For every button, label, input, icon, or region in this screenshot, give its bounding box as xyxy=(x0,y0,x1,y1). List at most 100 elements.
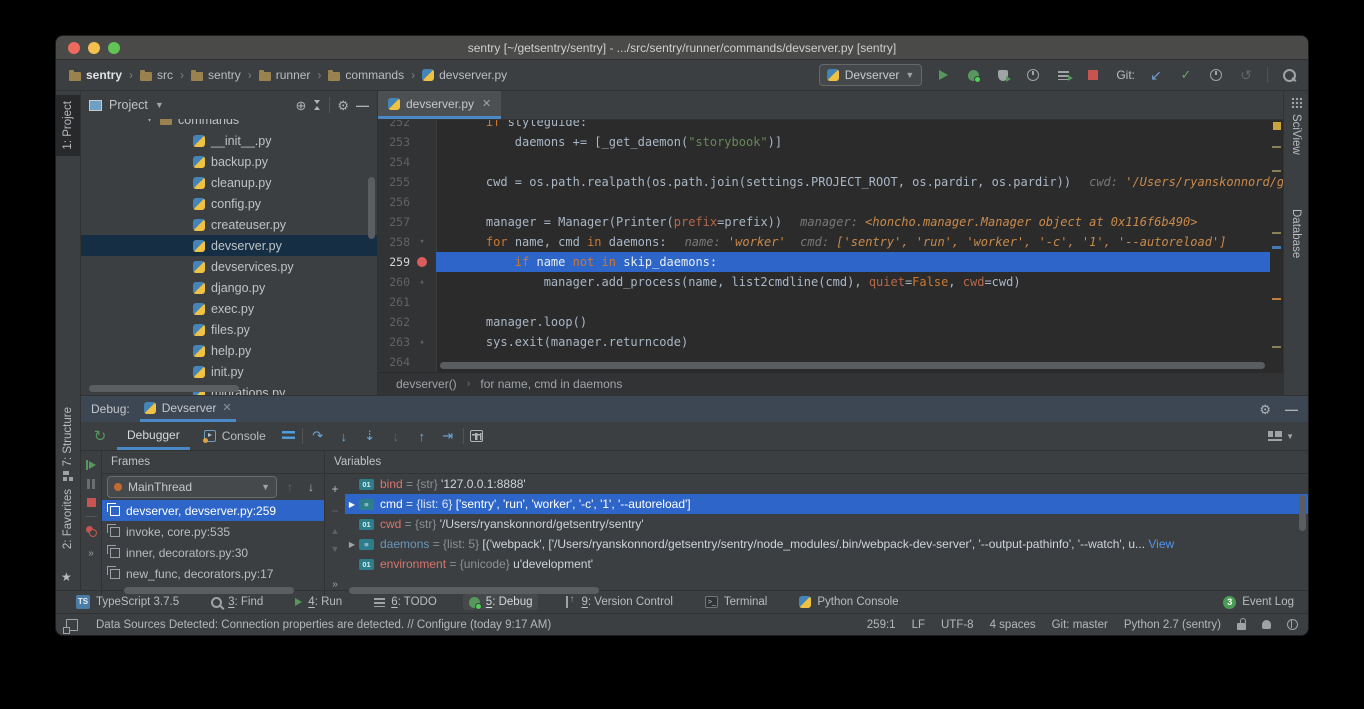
restore-layout-icon[interactable] xyxy=(1268,431,1282,441)
variable-row-cwd[interactable]: 01cwd = {str} '/Users/ryanskonnord/getse… xyxy=(345,514,1308,534)
search-everywhere-button[interactable] xyxy=(1280,66,1298,84)
rerun-button[interactable]: ↻ xyxy=(87,427,113,445)
layout-menu-button[interactable] xyxy=(280,427,298,445)
profile-button[interactable] xyxy=(1024,66,1042,84)
git-commit-button[interactable]: ✓ xyxy=(1177,66,1195,84)
tool-button-database[interactable]: Database xyxy=(1284,209,1308,258)
status-message[interactable]: Data Sources Detected: Connection proper… xyxy=(96,619,551,631)
status-4-spaces[interactable]: 4 spaces xyxy=(990,619,1036,631)
stripe-mark[interactable] xyxy=(1273,122,1281,130)
tool-window-toggle-icon[interactable] xyxy=(66,619,78,631)
breadcrumb-item[interactable]: src xyxy=(137,66,176,84)
tree-folder-commands[interactable]: ▾commands xyxy=(81,119,377,130)
variable-row-cmd[interactable]: ▶≡cmd = {list: 6} ['sentry', 'run', 'wor… xyxy=(345,494,1308,514)
variables-horizontal-scrollbar[interactable] xyxy=(349,587,599,594)
thread-select[interactable]: MainThread ▼ xyxy=(107,476,277,498)
breadcrumb-item[interactable]: devserver.py xyxy=(419,66,510,84)
stripe-mark[interactable] xyxy=(1272,346,1281,348)
tab-console[interactable]: Console xyxy=(194,422,276,450)
dock-item-run[interactable]: 4: Run xyxy=(289,594,348,610)
lock-icon[interactable] xyxy=(1237,623,1246,630)
debug-settings-gear-icon[interactable]: ⚙ xyxy=(1259,403,1271,416)
tool-button-favorites[interactable]: 2: Favorites xyxy=(56,489,80,549)
tree-item-init-py[interactable]: init.py xyxy=(81,361,377,382)
tree-item-config-py[interactable]: config.py xyxy=(81,193,377,214)
git-update-button[interactable]: ↙ xyxy=(1147,66,1165,84)
run-with-settings-button[interactable] xyxy=(1054,66,1072,84)
previous-frame-button[interactable]: ↑ xyxy=(282,480,298,494)
globe-settings-icon[interactable] xyxy=(1287,619,1298,630)
hide-panel-button[interactable]: — xyxy=(356,98,369,113)
dock-item-python-console[interactable]: Python Console xyxy=(793,594,904,610)
expand-arrow-icon[interactable]: ▶ xyxy=(345,500,359,509)
hide-debug-panel-button[interactable]: — xyxy=(1285,402,1298,417)
tree-item-devserver-py[interactable]: devserver.py xyxy=(81,235,377,256)
project-settings-gear-icon[interactable]: ⚙ xyxy=(337,99,349,112)
breadcrumb-item[interactable]: commands xyxy=(325,66,407,84)
dock-item-terminal[interactable]: Terminal xyxy=(699,594,773,610)
tree-item-help-py[interactable]: help.py xyxy=(81,340,377,361)
run-configuration-select[interactable]: Devserver ▼ xyxy=(819,64,923,86)
add-watch-button[interactable]: + xyxy=(331,482,338,496)
run-to-cursor-button[interactable]: ⇥ xyxy=(437,428,459,444)
project-vertical-scrollbar[interactable] xyxy=(368,177,375,239)
expand-arrow-icon[interactable]: ▶ xyxy=(345,540,359,549)
step-out-button[interactable]: ↑ xyxy=(411,429,433,444)
event-log-button[interactable]: 3 Event Log xyxy=(1223,596,1294,609)
run-with-coverage-button[interactable] xyxy=(994,66,1012,84)
breadcrumb-function[interactable]: devserver() xyxy=(396,377,457,391)
frame-item[interactable]: new_func, decorators.py:17 xyxy=(102,563,324,584)
tab-debugger[interactable]: Debugger xyxy=(117,422,190,450)
variables-vertical-scrollbar[interactable] xyxy=(1299,495,1306,531)
tree-item-django-py[interactable]: django.py xyxy=(81,277,377,298)
stop-button[interactable] xyxy=(1084,66,1102,84)
frame-item[interactable]: invoke, core.py:535 xyxy=(102,521,324,542)
resume-button[interactable] xyxy=(86,460,97,470)
status-lf[interactable]: LF xyxy=(912,619,925,631)
stripe-mark[interactable] xyxy=(1272,232,1281,234)
run-button[interactable] xyxy=(934,66,952,84)
variable-row-environment[interactable]: 01environment = {unicode} u'development' xyxy=(345,554,1308,574)
breakpoint-icon[interactable] xyxy=(417,257,427,267)
code-area[interactable]: 252 if styleguide:253 daemons += [_get_d… xyxy=(378,120,1283,372)
force-step-into-button[interactable]: ↓ xyxy=(385,429,407,444)
tree-item-devservices-py[interactable]: devservices.py xyxy=(81,256,377,277)
status-259-1[interactable]: 259:1 xyxy=(867,619,896,631)
variable-row-daemons[interactable]: ▶≡daemons = {list: 5} [('webpack', ['/Us… xyxy=(345,534,1308,554)
remove-watch-button[interactable]: − xyxy=(331,504,338,518)
more-actions-button[interactable]: » xyxy=(332,579,338,590)
tree-item-exec-py[interactable]: exec.py xyxy=(81,298,377,319)
move-down-button[interactable]: ▼ xyxy=(331,544,340,554)
step-into-button[interactable]: ↓ xyxy=(333,429,355,444)
breadcrumb-item[interactable]: sentry xyxy=(188,66,244,84)
inspections-icon[interactable] xyxy=(1262,620,1271,629)
pause-button[interactable] xyxy=(87,479,95,489)
stripe-mark[interactable] xyxy=(1272,146,1281,148)
view-link[interactable]: View xyxy=(1145,537,1174,551)
frames-horizontal-scrollbar[interactable] xyxy=(124,587,294,594)
step-over-button[interactable]: ↷ xyxy=(307,428,329,444)
dock-item-version-control[interactable]: 9: Version Control xyxy=(558,594,678,610)
move-up-button[interactable]: ▲ xyxy=(331,526,340,536)
tree-item-createuser-py[interactable]: createuser.py xyxy=(81,214,377,235)
chevron-down-icon[interactable]: ▼ xyxy=(155,100,164,110)
editor-horizontal-scrollbar[interactable] xyxy=(440,362,1265,369)
tree-item-backup-py[interactable]: backup.py xyxy=(81,151,377,172)
next-frame-button[interactable]: ↓ xyxy=(303,480,319,494)
tree-item--init-py[interactable]: __init__.py xyxy=(81,130,377,151)
debug-session-tab[interactable]: Devserver ✕ xyxy=(140,396,236,422)
dock-item-debug[interactable]: 5: Debug xyxy=(463,594,539,610)
frame-item[interactable]: inner, decorators.py:30 xyxy=(102,542,324,563)
dock-item-todo[interactable]: 6: TODO xyxy=(368,594,443,610)
status-git-master[interactable]: Git: master xyxy=(1052,619,1108,631)
tool-button-project[interactable]: 1: Project xyxy=(56,95,80,156)
locate-file-button[interactable]: ⊕ xyxy=(295,99,306,112)
evaluate-expression-button[interactable] xyxy=(468,427,486,445)
more-actions-button[interactable]: » xyxy=(88,548,94,559)
view-breakpoints-button[interactable] xyxy=(86,526,97,537)
stripe-mark[interactable] xyxy=(1272,298,1281,300)
tree-item-cleanup-py[interactable]: cleanup.py xyxy=(81,172,377,193)
frame-item[interactable]: devserver, devserver.py:259 xyxy=(102,500,324,521)
breadcrumb-item[interactable]: runner xyxy=(256,66,314,84)
status-utf-8[interactable]: UTF-8 xyxy=(941,619,974,631)
